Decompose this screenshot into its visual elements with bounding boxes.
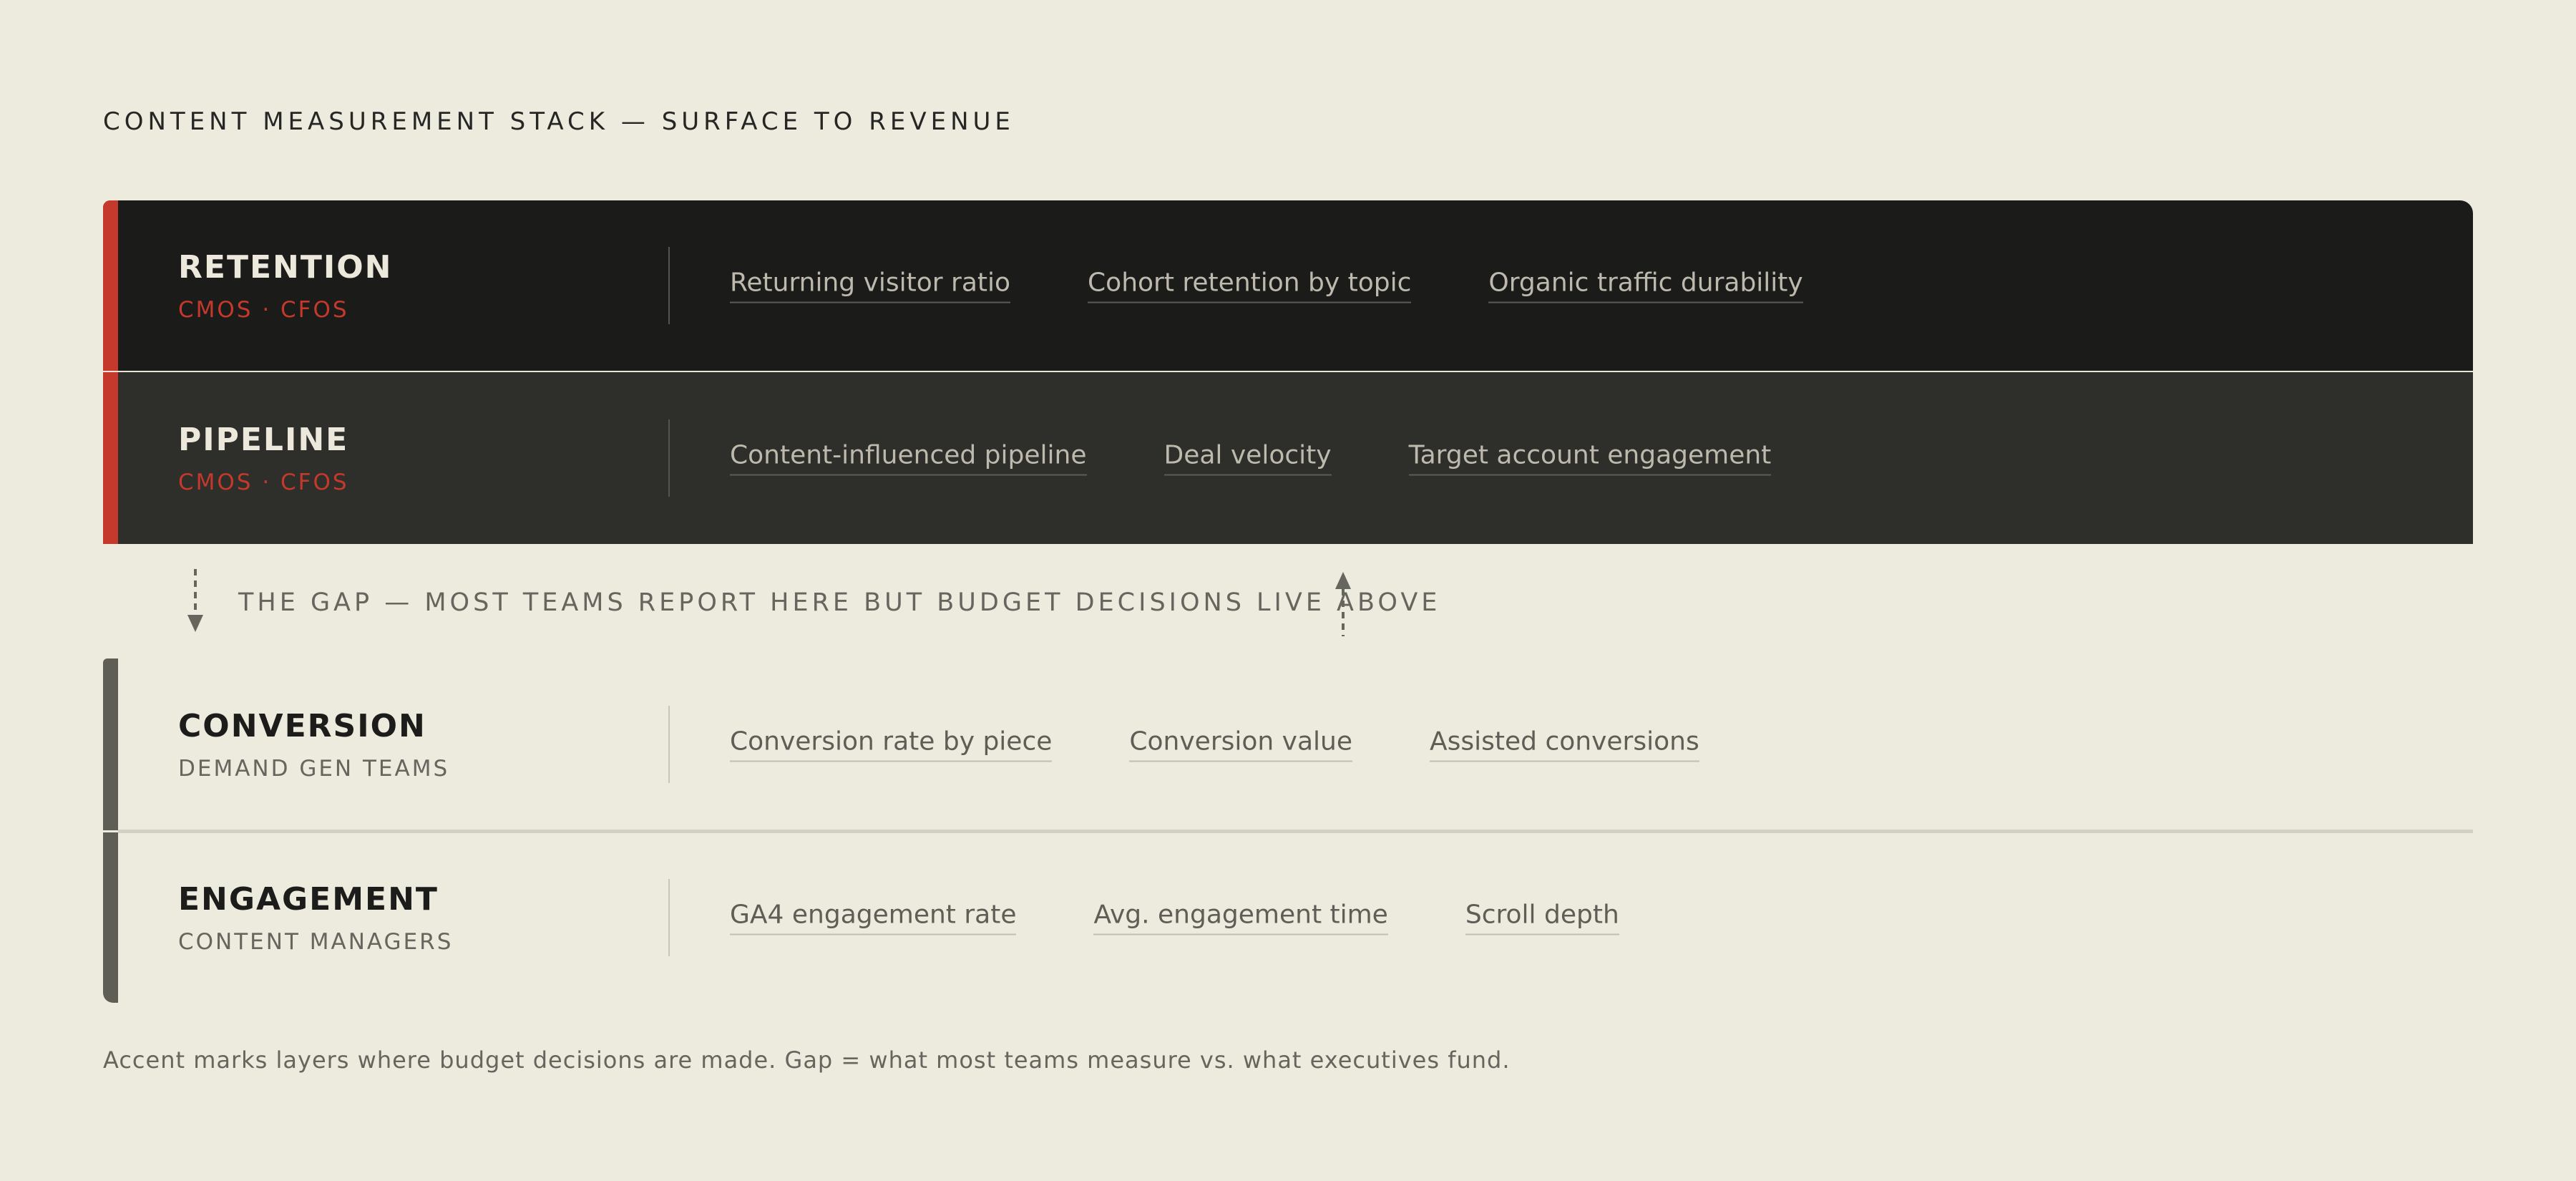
layer-name: PIPELINE (178, 421, 349, 458)
layer-conversion: CONVERSION DEMAND GEN TEAMS Conversion r… (103, 658, 2473, 830)
metric-item: Scroll depth (1465, 900, 1619, 935)
layer-label-block: ENGAGEMENT CONTENT MANAGERS (178, 832, 453, 1003)
layer-name: RETENTION (178, 248, 393, 286)
layer-divider (668, 247, 670, 324)
layer-audience: DEMAND GEN TEAMS (178, 755, 450, 782)
metric-item: Assisted conversions (1430, 727, 1699, 762)
arrow-up-dashed-icon (1335, 572, 1351, 636)
metric-item: Content-influenced pipeline (730, 441, 1087, 476)
layer-divider (668, 706, 670, 783)
metric-item: Conversion value (1129, 727, 1352, 762)
metric-item: Organic traffic durability (1488, 268, 1803, 303)
page-title: CONTENT MEASUREMENT STACK — SURFACE TO R… (103, 107, 1015, 136)
metric-item: Avg. engagement time (1093, 900, 1388, 935)
metric-list: Conversion rate by piece Conversion valu… (730, 727, 1699, 762)
gap-annotation: THE GAP — MOST TEAMS REPORT HERE BUT BUD… (238, 588, 1441, 617)
layer-divider (668, 419, 670, 497)
metric-item: Cohort retention by topic (1088, 268, 1412, 303)
metric-list: GA4 engagement rate Avg. engagement time… (730, 900, 1619, 935)
layer-label-block: RETENTION CMOS · CFOS (178, 200, 392, 371)
layer-name: CONVERSION (178, 707, 426, 744)
layer-audience: CMOS · CFOS (178, 296, 349, 323)
metric-item: Target account engagement (1408, 441, 1772, 476)
arrow-down-dashed-icon (187, 569, 203, 632)
accent-bar-red (103, 200, 118, 371)
accent-bar-gray (103, 658, 118, 830)
accent-bar-red (103, 372, 118, 544)
metric-item: Conversion rate by piece (730, 727, 1053, 762)
metric-item: Returning visitor ratio (730, 268, 1011, 303)
layer-name: ENGAGEMENT (178, 880, 439, 918)
layer-audience: CONTENT MANAGERS (178, 928, 454, 955)
layer-engagement: ENGAGEMENT CONTENT MANAGERS GA4 engageme… (103, 832, 2473, 1003)
metric-item: Deal velocity (1163, 441, 1332, 476)
layer-audience: CMOS · CFOS (178, 469, 349, 495)
layer-label-block: PIPELINE CMOS · CFOS (178, 372, 349, 544)
metric-item: GA4 engagement rate (730, 900, 1017, 935)
layer-pipeline: PIPELINE CMOS · CFOS Content-influenced … (103, 372, 2473, 544)
layer-retention: RETENTION CMOS · CFOS Returning visitor … (103, 200, 2473, 371)
metric-list: Content-influenced pipeline Deal velocit… (730, 441, 1772, 476)
footnote: Accent marks layers where budget decisio… (103, 1046, 1511, 1074)
metric-list: Returning visitor ratio Cohort retention… (730, 268, 1803, 303)
layer-label-block: CONVERSION DEMAND GEN TEAMS (178, 658, 449, 830)
layer-divider (668, 879, 670, 956)
accent-bar-gray (103, 832, 118, 1003)
